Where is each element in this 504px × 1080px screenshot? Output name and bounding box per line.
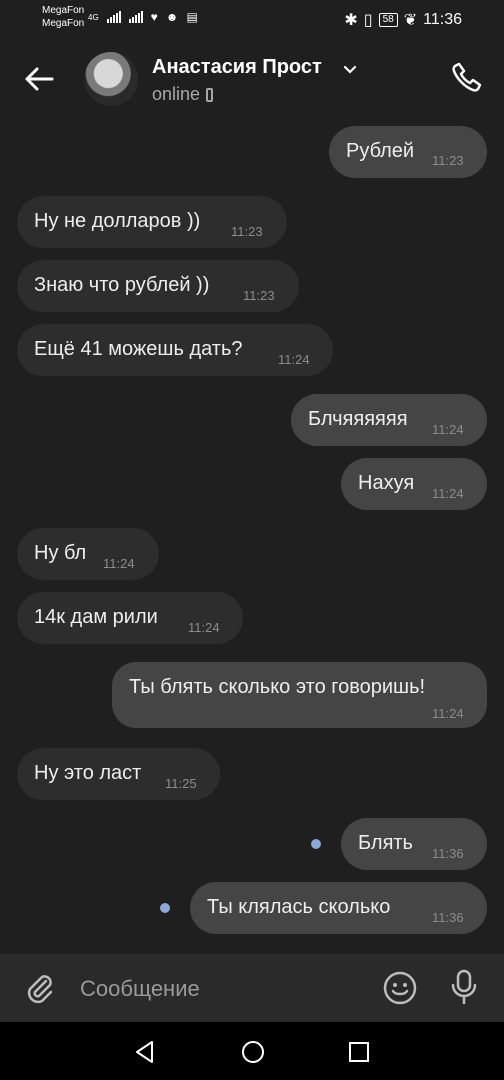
unread-indicator: [311, 839, 321, 849]
message-bubble-incoming[interactable]: 14к дам рили 11:24: [17, 592, 243, 644]
vibrate-icon: ▯: [363, 12, 373, 29]
nav-recents-icon[interactable]: [347, 1040, 371, 1064]
message-text: Знаю что рублей )): [34, 274, 210, 296]
message-bubble-outgoing[interactable]: Ты клялась сколько 11:36: [190, 882, 487, 934]
message-text: Ну это ласт: [34, 762, 142, 784]
message-text: Нахуя: [358, 472, 415, 494]
status-bar: MegaFon MegaFon 4G ♥ ☻ ▤ ✱ ▯ 58 ❦ 11:36: [0, 0, 504, 40]
message-bubble-outgoing[interactable]: Блять 11:36: [341, 818, 487, 870]
smile-icon[interactable]: [382, 970, 418, 1006]
message-text: Блчяяяяяя: [308, 408, 408, 430]
leaf-icon: ❦: [403, 12, 418, 29]
chevron-down-icon[interactable]: [343, 62, 357, 76]
message-bubble-incoming[interactable]: Ну бл 11:24: [17, 528, 159, 580]
message-text: Ещё 41 можешь дать?: [34, 338, 243, 360]
clock: 11:36: [423, 11, 462, 28]
phone-icon[interactable]: [450, 60, 484, 94]
message-time: 11:36: [432, 910, 464, 925]
contact-status: online: [152, 84, 214, 105]
message-bubble-outgoing[interactable]: Ты блять сколько это говоришь! 11:24: [112, 662, 487, 728]
message-time: 11:24: [432, 486, 464, 501]
microphone-icon[interactable]: [448, 968, 480, 1006]
carrier-1: MegaFon: [42, 5, 85, 16]
message-text: Блять: [358, 832, 413, 854]
carrier-names: MegaFon MegaFon: [42, 4, 84, 30]
message-input[interactable]: Сообщение: [80, 976, 200, 1002]
message-time: 11:24: [432, 706, 464, 721]
paperclip-icon[interactable]: [24, 972, 56, 1004]
signal-icon: [106, 11, 121, 23]
face-icon: ☻: [165, 10, 179, 24]
message-time: 11:24: [188, 620, 220, 635]
message-time: 11:24: [432, 422, 464, 437]
message-time: 11:23: [243, 288, 275, 303]
message-text: Ну бл: [34, 542, 87, 564]
message-text: Ну не долларов )): [34, 210, 201, 232]
message-time: 11:24: [103, 556, 135, 571]
mobile-device-icon: [206, 87, 214, 102]
arrow-left-icon[interactable]: [22, 62, 56, 96]
message-time: 11:23: [432, 153, 464, 168]
message-bubble-incoming[interactable]: Ну не долларов )) 11:23: [17, 196, 287, 248]
contact-name[interactable]: Анастасия Прост: [152, 56, 322, 79]
avatar[interactable]: [84, 52, 138, 106]
message-bubble-incoming[interactable]: Ещё 41 можешь дать? 11:24: [17, 324, 333, 376]
nav-home-icon[interactable]: [240, 1039, 266, 1065]
message-time: 11:25: [165, 776, 197, 791]
signal-icon-2: [128, 11, 143, 23]
message-text: Ты блять сколько это говоришь!: [129, 676, 426, 698]
status-icons-left: 4G ♥ ☻ ▤: [88, 10, 198, 24]
message-text: Ты клялась сколько: [207, 896, 391, 918]
message-time: 11:23: [231, 224, 263, 239]
message-bubble-outgoing[interactable]: Нахуя 11:24: [341, 458, 487, 510]
battery-icon: 58: [378, 13, 398, 27]
message-bubble-incoming[interactable]: Знаю что рублей )) 11:23: [17, 260, 299, 312]
carrier-2: MegaFon: [42, 18, 85, 29]
unread-indicator: [160, 903, 170, 913]
heart-icon: ♥: [150, 10, 158, 24]
message-text: 14к дам рили: [34, 606, 158, 628]
bluetooth-icon: ✱: [344, 12, 358, 29]
message-text: Рублей: [346, 140, 415, 162]
system-navigation-bar: [0, 1022, 504, 1080]
chat-header: Анастасия Прост online: [0, 40, 504, 124]
message-composer: Сообщение: [0, 954, 504, 1022]
status-text: online: [152, 84, 201, 104]
message-time: 11:36: [432, 846, 464, 861]
message-icon: ▤: [186, 10, 198, 24]
message-bubble-outgoing[interactable]: Рублей 11:23: [329, 126, 487, 178]
network-type: 4G: [88, 12, 99, 22]
message-bubble-outgoing[interactable]: Блчяяяяяя 11:24: [291, 394, 487, 446]
status-icons-right: ✱ ▯ 58 ❦ 11:36: [344, 10, 462, 30]
nav-back-icon[interactable]: [132, 1039, 158, 1065]
message-time: 11:24: [278, 352, 310, 367]
message-bubble-incoming[interactable]: Ну это ласт 11:25: [17, 748, 220, 800]
